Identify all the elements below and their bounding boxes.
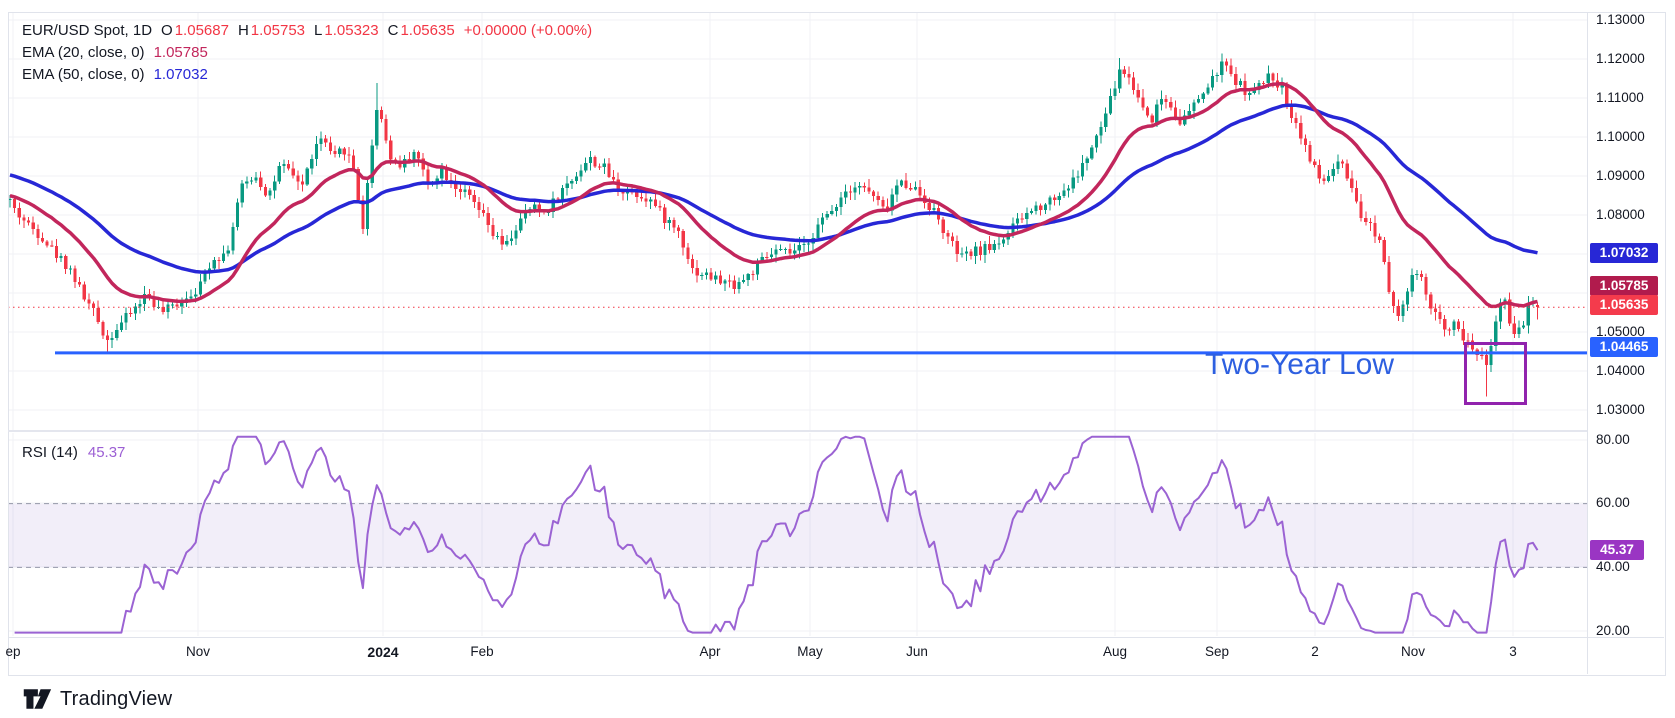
rsi-badge: 45.37 [1590, 540, 1644, 560]
symbol-title[interactable]: EUR/USD Spot, 1D [22, 20, 152, 42]
ema50-label[interactable]: EMA (50, close, 0) [22, 64, 145, 86]
time-label: May [797, 644, 823, 659]
low-label: L [314, 20, 322, 42]
tradingview-logo-text: TradingView [60, 688, 172, 711]
rsi-label[interactable]: RSI (14) [22, 444, 78, 461]
rsi-tick: 80.00 [1596, 432, 1630, 448]
ema20-label[interactable]: EMA (20, close, 0) [22, 42, 145, 64]
rsi-value: 45.37 [88, 444, 126, 461]
support-badge: 1.04465 [1590, 337, 1658, 357]
two-year-low-box-drawing[interactable] [1464, 342, 1527, 405]
last-price-badge: 1.05635 [1590, 295, 1658, 315]
open-label: O [161, 20, 173, 42]
rsi-tick: 20.00 [1596, 623, 1630, 639]
low-value: 1.05323 [324, 20, 378, 42]
time-label: 2 [1311, 644, 1319, 659]
time-label: 3 [1509, 644, 1517, 659]
time-label: Jun [906, 644, 928, 659]
ema20-badge: 1.05785 [1590, 276, 1658, 296]
change-value: +0.00000 (+0.00%) [464, 20, 592, 42]
time-label: 2024 [367, 644, 398, 660]
time-label: Feb [470, 644, 493, 659]
time-label: Nov [1401, 644, 1425, 659]
ohlc-low: L 1.05323 [314, 20, 379, 42]
legend-row-ema20[interactable]: EMA (20, close, 0) 1.05785 [22, 42, 592, 64]
rsi-tick: 40.00 [1596, 559, 1630, 575]
price-tick: 1.11000 [1596, 90, 1644, 106]
close-label: C [388, 20, 399, 42]
ema20-value: 1.05785 [154, 42, 208, 64]
tradingview-attribution[interactable]: TradingView [22, 686, 172, 712]
legend-row-symbol[interactable]: EUR/USD Spot, 1D O 1.05687 H 1.05753 L 1… [22, 20, 592, 42]
close-value: 1.05635 [400, 20, 454, 42]
ohlc-high: H 1.05753 [238, 20, 305, 42]
price-tick: 1.04000 [1596, 363, 1645, 379]
high-value: 1.05753 [251, 20, 305, 42]
symbol-legend[interactable]: EUR/USD Spot, 1D O 1.05687 H 1.05753 L 1… [22, 20, 592, 86]
price-tick: 1.13000 [1596, 12, 1645, 28]
rsi-tick: 60.00 [1596, 495, 1630, 511]
time-label: Nov [186, 644, 210, 659]
tradingview-chart-widget: EUR/USD Spot, 1D O 1.05687 H 1.05753 L 1… [0, 0, 1675, 718]
ohlc-open: O 1.05687 [161, 20, 229, 42]
two-year-low-label[interactable]: Two-Year Low [1205, 348, 1394, 382]
legend-row-ema50[interactable]: EMA (50, close, 0) 1.07032 [22, 64, 592, 86]
open-value: 1.05687 [175, 20, 229, 42]
time-label: Sep [1205, 644, 1229, 659]
time-label: Aug [1103, 644, 1127, 659]
ema50-badge: 1.07032 [1590, 243, 1658, 263]
price-tick: 1.08000 [1596, 207, 1645, 223]
price-tick: 1.12000 [1596, 51, 1645, 67]
price-tick: 1.03000 [1596, 402, 1645, 418]
pane-divider[interactable] [8, 430, 1587, 432]
time-label: Apr [699, 644, 720, 659]
tradingview-logo-icon [22, 686, 52, 712]
chart-frame [8, 12, 1666, 676]
high-label: H [238, 20, 249, 42]
price-tick: 1.09000 [1596, 168, 1645, 184]
price-tick: 1.10000 [1596, 129, 1645, 145]
ohlc-close: C 1.05635 [388, 20, 455, 42]
time-label: ep [5, 644, 20, 659]
rsi-legend[interactable]: RSI (14) 45.37 [22, 444, 125, 461]
ema50-value: 1.07032 [154, 64, 208, 86]
